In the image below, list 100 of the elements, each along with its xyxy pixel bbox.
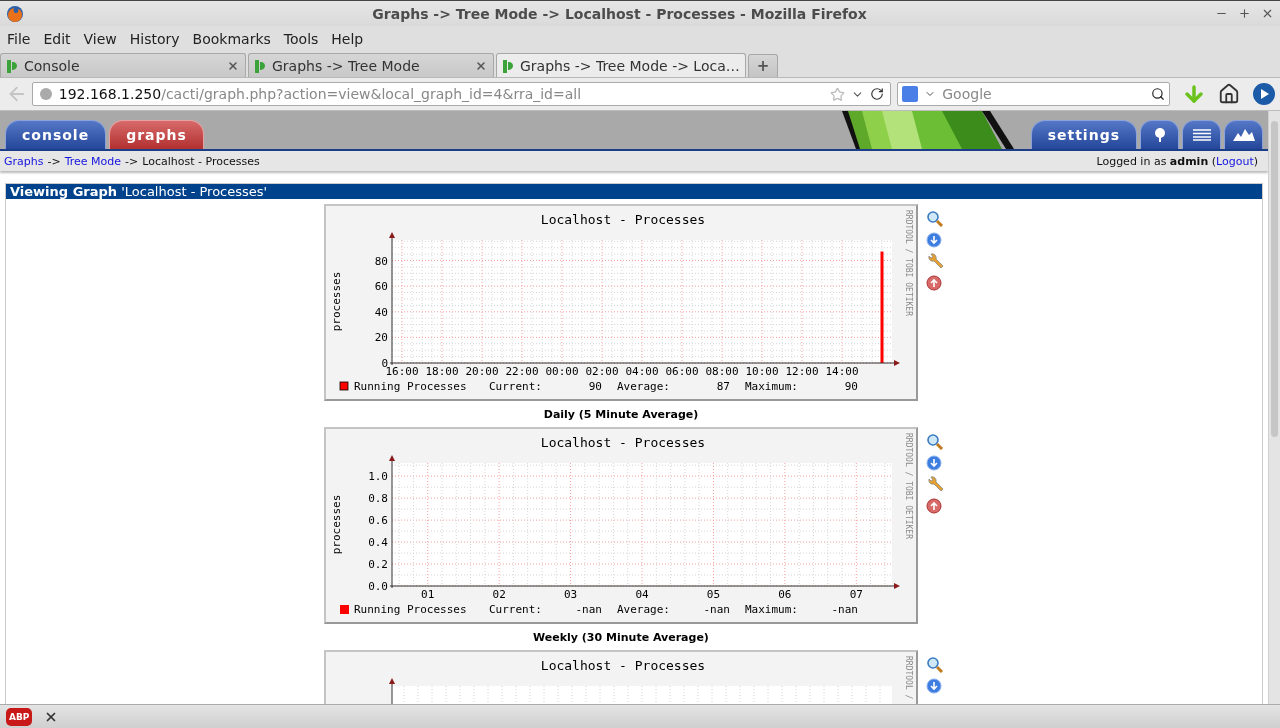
maximize-icon[interactable] xyxy=(1238,7,1251,20)
x-tick-label: 02 xyxy=(492,588,506,601)
legend-stat-label: Maximum: xyxy=(745,603,798,616)
arrow-up-circle-icon[interactable] xyxy=(926,275,942,291)
y-axis-label: processes xyxy=(330,494,343,555)
legend-stat-value: 87 xyxy=(716,380,730,393)
app-tab[interactable]: console xyxy=(5,120,107,149)
wrench-icon[interactable] xyxy=(926,476,944,493)
legend-stat-label: Average: xyxy=(617,380,670,393)
list-tab[interactable] xyxy=(1182,120,1221,149)
y-tick-label: 0.0 xyxy=(368,580,388,593)
tab-close-icon[interactable] xyxy=(227,59,239,72)
menu-item[interactable]: Bookmarks xyxy=(192,30,271,47)
chart-title: Localhost - Processes xyxy=(540,658,706,673)
graph-caption: Weekly (30 Minute Average) xyxy=(533,629,709,646)
magnifier-icon[interactable] xyxy=(926,656,944,673)
y-tick-label: 40 xyxy=(374,305,388,319)
rrdtool-credit: RRDTOOL / xyxy=(903,656,913,700)
tree-tab[interactable] xyxy=(1140,120,1179,149)
breadcrumb-link[interactable]: Tree Mode xyxy=(64,154,122,168)
logout-link[interactable]: Logout xyxy=(1216,154,1254,168)
new-tab-button[interactable]: + xyxy=(748,54,778,77)
arrow-down-circle-icon[interactable] xyxy=(926,678,942,694)
graph-tab[interactable] xyxy=(1224,120,1263,149)
arrow-down-circle-icon[interactable] xyxy=(926,455,942,471)
chart-title: Localhost - Processes xyxy=(540,212,706,227)
legend-stat-label: Current: xyxy=(489,603,542,616)
menu-item[interactable]: View xyxy=(83,30,117,47)
legend-stat-label: Maximum: xyxy=(745,380,798,393)
browser-tab[interactable]: Console xyxy=(0,53,246,77)
y-tick-label: 0 xyxy=(381,357,388,370)
section-header: Viewing Graph 'Localhost - Processes' xyxy=(6,184,1262,199)
x-tick-label: 03 xyxy=(563,588,578,601)
cacti-favicon-icon xyxy=(501,57,515,74)
x-tick-label: 20:00 xyxy=(465,365,499,378)
search-field[interactable]: Google xyxy=(897,82,1170,106)
star-icon[interactable] xyxy=(830,86,846,102)
tab-close-icon[interactable] xyxy=(475,59,487,72)
menu-item[interactable]: History xyxy=(129,30,180,47)
x-tick-label: 14:00 xyxy=(825,365,859,378)
search-engine-icon[interactable] xyxy=(902,86,919,102)
settings-tab[interactable]: settings xyxy=(1030,120,1137,149)
breadcrumb-link[interactable]: Graphs xyxy=(4,154,44,168)
browser-tab[interactable]: Graphs -> Tree Mode xyxy=(248,53,494,77)
menu-item[interactable]: Tools xyxy=(283,30,319,47)
globe-icon xyxy=(38,87,53,101)
legend-stat-label: Average: xyxy=(617,603,670,616)
app-tab[interactable]: graphs xyxy=(109,120,204,149)
cacti-favicon-icon xyxy=(253,57,267,74)
scrollbar[interactable] xyxy=(1268,111,1280,704)
magnifier-icon[interactable] xyxy=(926,433,944,450)
graph-caption: Daily (5 Minute Average) xyxy=(543,406,699,423)
breadcrumb-current: Localhost - Processes xyxy=(142,154,260,168)
magnifier-icon[interactable] xyxy=(926,210,944,227)
y-tick-label: 80 xyxy=(374,254,388,268)
close-icon[interactable] xyxy=(1261,7,1274,20)
legend-stat-value: -nan xyxy=(575,603,602,616)
y-tick-label: 1.0 xyxy=(368,470,388,484)
x-tick-label: 02:00 xyxy=(585,365,619,378)
url-field[interactable]: 192.168.1.250/cacti/graph.php?action=view&local_graph_id=4&rra_id=all xyxy=(31,82,892,106)
menu-item[interactable]: Edit xyxy=(43,30,71,47)
home-icon[interactable] xyxy=(1218,83,1240,105)
cacti-favicon-icon xyxy=(5,57,19,74)
legend-label: Running Processes xyxy=(354,380,467,393)
x-tick-label: 05 xyxy=(706,588,721,601)
legend-stat-value: -nan xyxy=(703,603,730,616)
y-tick-label: 60 xyxy=(374,280,388,294)
adblock-badge[interactable]: ABP xyxy=(6,707,33,726)
search-icon[interactable] xyxy=(1151,87,1165,101)
browser-tab[interactable]: Graphs -> Tree Mode -> Loca… xyxy=(496,53,746,77)
legend-label: Running Processes xyxy=(354,603,467,616)
x-tick-label: 10:00 xyxy=(745,365,779,378)
x-tick-label: 04:00 xyxy=(625,365,659,378)
menu-item[interactable]: Help xyxy=(331,30,364,47)
arrow-down-circle-icon[interactable] xyxy=(926,232,942,248)
play-circle-icon[interactable] xyxy=(1252,82,1276,106)
x-tick-label: 06 xyxy=(778,588,792,601)
x-tick-label: 12:00 xyxy=(785,365,819,378)
list-icon xyxy=(1192,129,1211,141)
wrench-icon[interactable] xyxy=(926,253,944,270)
y-tick-label: 0.2 xyxy=(368,558,388,572)
y-tick-label: 0.6 xyxy=(368,514,388,528)
legend-stat-label: Current: xyxy=(489,380,542,393)
x-tick-label: 00:00 xyxy=(545,365,579,378)
x-tick-label: 18:00 xyxy=(425,365,459,378)
legend-stat-value: 90 xyxy=(588,380,602,393)
menu-item[interactable]: File xyxy=(7,30,31,47)
rrdtool-credit: RRDTOOL / TOBI OETIKER xyxy=(903,210,913,316)
arrow-up-circle-icon[interactable] xyxy=(926,498,942,514)
login-status: Logged in as admin (Logout) xyxy=(1096,154,1258,168)
x-tick-label: 22:00 xyxy=(505,365,539,378)
legend-stat-value: -nan xyxy=(831,603,858,616)
firefox-logo-icon xyxy=(6,4,24,23)
y-tick-label: 0.8 xyxy=(368,492,388,506)
reload-icon[interactable] xyxy=(870,87,885,101)
y-axis-label: processes xyxy=(330,271,343,332)
x-tick-label: 04 xyxy=(635,588,649,601)
rrdtool-credit: RRDTOOL / TOBI OETIKER xyxy=(903,433,913,539)
x-tick-label: 06:00 xyxy=(665,365,699,378)
x-tick-label: 08:00 xyxy=(705,365,739,378)
